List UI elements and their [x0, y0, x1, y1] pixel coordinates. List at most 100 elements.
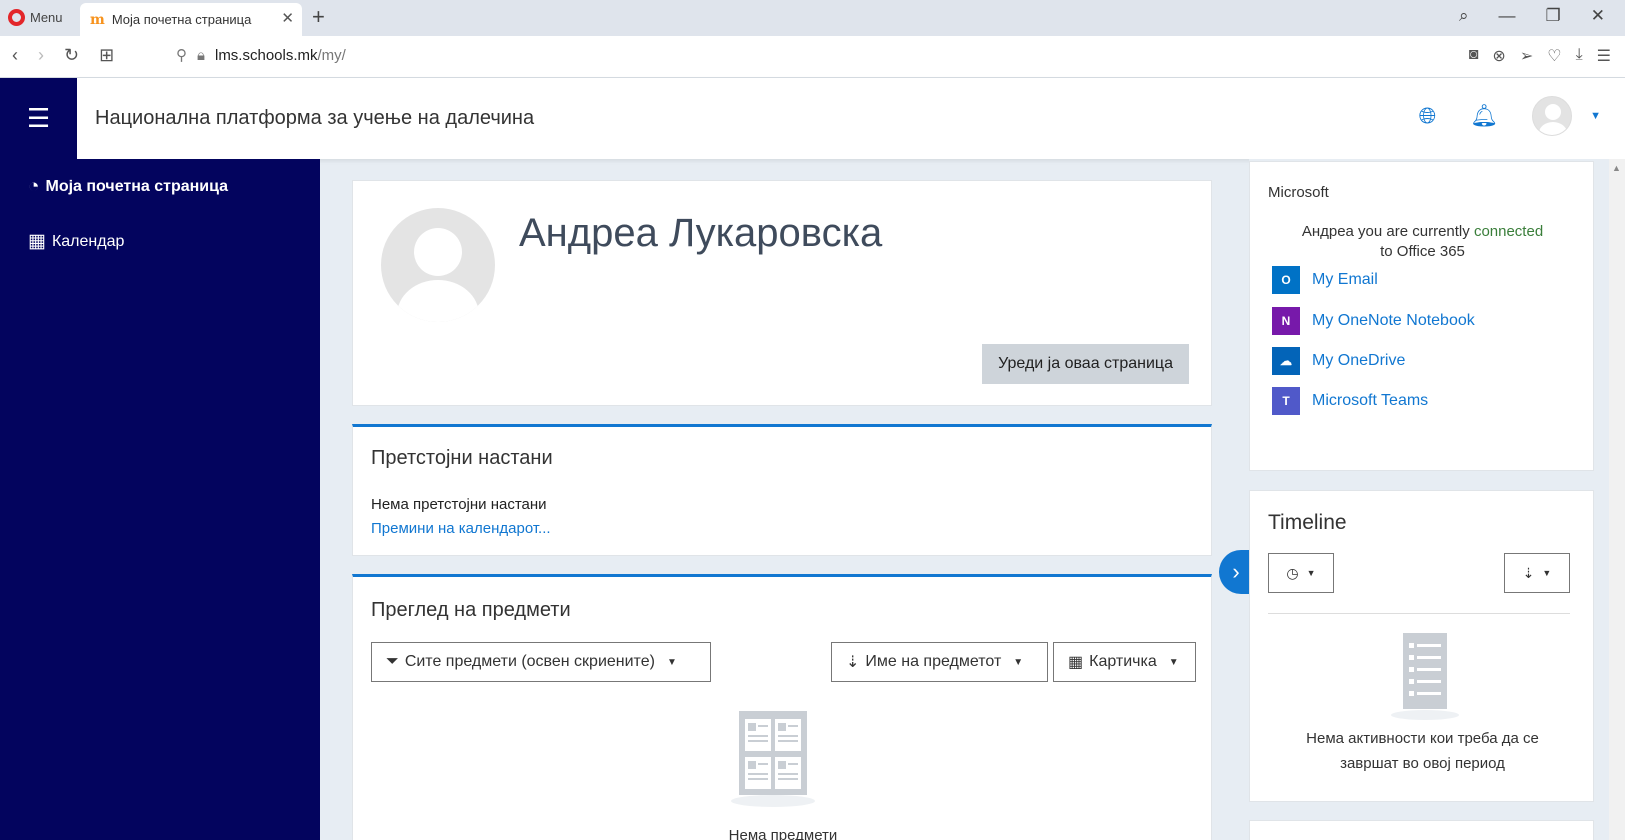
connection-suffix: to Office 365 — [1380, 243, 1465, 260]
nav-drawer: ◔ Моја почетна страница ▦ Календар — [0, 159, 320, 840]
caret-down-icon: ▼ — [1306, 568, 1316, 578]
tab-close-icon[interactable]: ✕ — [281, 9, 294, 27]
teams-icon: T — [1272, 387, 1300, 415]
send-icon[interactable]: ➢ — [1520, 46, 1533, 66]
my-email-link[interactable]: O My Email — [1272, 266, 1378, 294]
filter-icon: ⏷ — [386, 653, 399, 670]
course-sort-dropdown[interactable]: ⇣ Име на предметот ▼ — [831, 642, 1048, 682]
reload-icon[interactable]: ↻ — [64, 45, 79, 66]
lock-icon: 🔒︎ — [197, 46, 205, 64]
language-globe-icon[interactable]: 🌐︎ — [1419, 103, 1437, 129]
no-events-text: Нема претстојни настани — [371, 496, 547, 513]
opera-logo-icon — [8, 9, 25, 26]
dropdown-label: Сите предмети (освен скриените) — [404, 653, 655, 670]
sort-icon: ⇣ — [846, 654, 860, 671]
block-drawer-toggle-button[interactable]: › — [1219, 550, 1253, 594]
dropdown-label: Име на предметот — [865, 653, 1002, 670]
notifications-bell-icon[interactable]: 🔔︎ — [1470, 103, 1498, 129]
heart-icon[interactable]: ♡ — [1547, 46, 1561, 66]
back-icon[interactable]: ‹ — [12, 45, 18, 66]
new-tab-button[interactable]: + — [312, 4, 325, 30]
sort-icon: ⇣ — [1522, 564, 1535, 581]
url-host: lms.schools.mk — [214, 46, 318, 64]
hamburger-icon: ☰ — [26, 103, 51, 133]
no-activities-text: Нема активности кои треба да се завршат … — [1306, 730, 1539, 772]
opera-menu-button[interactable]: Menu — [8, 9, 63, 26]
course-overview-block: Преглед на предмети ⏷ Сите предмети (осв… — [352, 574, 1212, 840]
minimize-icon[interactable]: — — [1499, 6, 1516, 26]
user-menu-caret-icon[interactable]: ▼ — [1590, 110, 1601, 122]
no-courses-illustration-icon — [731, 711, 815, 807]
timeline-sort-dropdown[interactable]: ⇣ ▼ — [1504, 553, 1570, 593]
block-title: Timeline — [1268, 511, 1347, 534]
block-title: Microsoft — [1268, 184, 1329, 201]
dashboard-icon: ◔ — [28, 176, 40, 197]
link-label: My Email — [1312, 271, 1378, 288]
link-label: My OneDrive — [1312, 352, 1406, 369]
snapshot-icon[interactable]: ◙ — [1469, 46, 1479, 66]
page-scrollbar[interactable]: ▲ — [1609, 159, 1625, 840]
caret-down-icon: ▼ — [1542, 568, 1552, 578]
search-tabs-icon[interactable]: ⌕ — [1459, 6, 1469, 26]
block-title: Преглед на предмети — [371, 599, 571, 621]
no-activities-illustration-icon — [1391, 633, 1459, 720]
profile-card: Андреа Лукаровска Уреди ја оваа страница — [352, 180, 1212, 406]
caret-down-icon: ▼ — [666, 656, 677, 668]
drawer-toggle-button[interactable]: ☰ — [0, 78, 77, 159]
restore-icon[interactable]: ❐ — [1546, 6, 1561, 26]
site-header: Национална платформа за учење на далечин… — [77, 78, 1625, 159]
user-avatar[interactable] — [1532, 96, 1573, 136]
no-courses-text: Нема предмети — [728, 827, 838, 840]
browser-tab-active[interactable]: m Моја почетна страница ✕ — [80, 3, 302, 36]
connection-state: connected — [1473, 223, 1544, 240]
course-view-dropdown[interactable]: ▦ Картичка ▼ — [1053, 642, 1196, 682]
grid-icon: ▦ — [1068, 654, 1084, 671]
drawer-item-label: Моја почетна страница — [45, 178, 229, 195]
easy-setup-icon[interactable]: ☰ — [1597, 46, 1611, 66]
moodle-favicon-icon: m — [90, 11, 105, 28]
microsoft-teams-link[interactable]: T Microsoft Teams — [1272, 387, 1428, 415]
calendar-icon: ▦ — [28, 231, 46, 252]
caret-down-icon: ▼ — [1013, 656, 1024, 668]
forward-icon[interactable]: › — [38, 45, 44, 66]
url-field[interactable]: ⚲ 🔒︎ lms.schools.mk/my/ — [176, 46, 346, 65]
timeline-block: Timeline ◷ ▼ ⇣ ▼ Нема активности кои тре… — [1249, 490, 1594, 802]
dropdown-label: Картичка — [1089, 653, 1157, 670]
profile-name: Андреа Лукаровска — [519, 211, 883, 255]
clock-icon: ◷ — [1286, 564, 1299, 581]
caret-down-icon: ▼ — [1168, 656, 1179, 668]
upcoming-events-block: Претстојни настани Нема претстојни наста… — [352, 424, 1212, 556]
speed-dial-icon[interactable]: ⊞ — [99, 45, 114, 66]
drawer-item-dashboard[interactable]: ◔ Моја почетна страница — [28, 176, 228, 198]
my-onedrive-link[interactable]: ☁ My OneDrive — [1272, 347, 1405, 375]
close-window-icon[interactable]: ✕ — [1591, 6, 1605, 26]
go-to-calendar-link[interactable]: Премини на календарот... — [371, 520, 551, 537]
browser-tab-bar: Menu m Моја почетна страница ✕ + ⌕ — ❐ ✕ — [0, 0, 1625, 36]
drawer-item-calendar[interactable]: ▦ Календар — [28, 230, 124, 253]
edit-page-button[interactable]: Уреди ја оваа страница — [982, 344, 1189, 384]
next-block — [1249, 820, 1594, 840]
o365-connection-status: Андреа you are currently connected to Of… — [1250, 222, 1595, 262]
scroll-up-icon[interactable]: ▲ — [1612, 163, 1621, 173]
outlook-icon: O — [1272, 266, 1300, 294]
link-label: My OneNote Notebook — [1312, 312, 1475, 329]
adblock-icon[interactable]: ⊗ — [1492, 46, 1505, 66]
drawer-item-label: Календар — [51, 232, 125, 250]
profile-avatar — [381, 208, 495, 322]
site-title[interactable]: Национална платформа за учење на далечин… — [95, 107, 534, 130]
download-icon[interactable]: ⤓ — [1576, 46, 1583, 66]
url-path: /my/ — [317, 46, 346, 64]
block-title: Претстојни настани — [371, 447, 553, 469]
divider — [1268, 613, 1570, 614]
onenote-icon: N — [1272, 307, 1300, 335]
onedrive-icon: ☁ — [1272, 347, 1300, 375]
timeline-date-filter-dropdown[interactable]: ◷ ▼ — [1268, 553, 1334, 593]
tab-title: Моја почетна страница — [111, 12, 252, 27]
link-label: Microsoft Teams — [1312, 392, 1429, 409]
course-filter-dropdown[interactable]: ⏷ Сите предмети (освен скриените) ▼ — [371, 642, 711, 682]
chevron-right-icon: › — [1232, 559, 1240, 584]
my-onenote-link[interactable]: N My OneNote Notebook — [1272, 307, 1475, 335]
connection-prefix: Андреа you are currently — [1301, 223, 1470, 240]
key-icon: ⚲ — [176, 47, 187, 64]
opera-menu-label: Menu — [30, 10, 63, 25]
